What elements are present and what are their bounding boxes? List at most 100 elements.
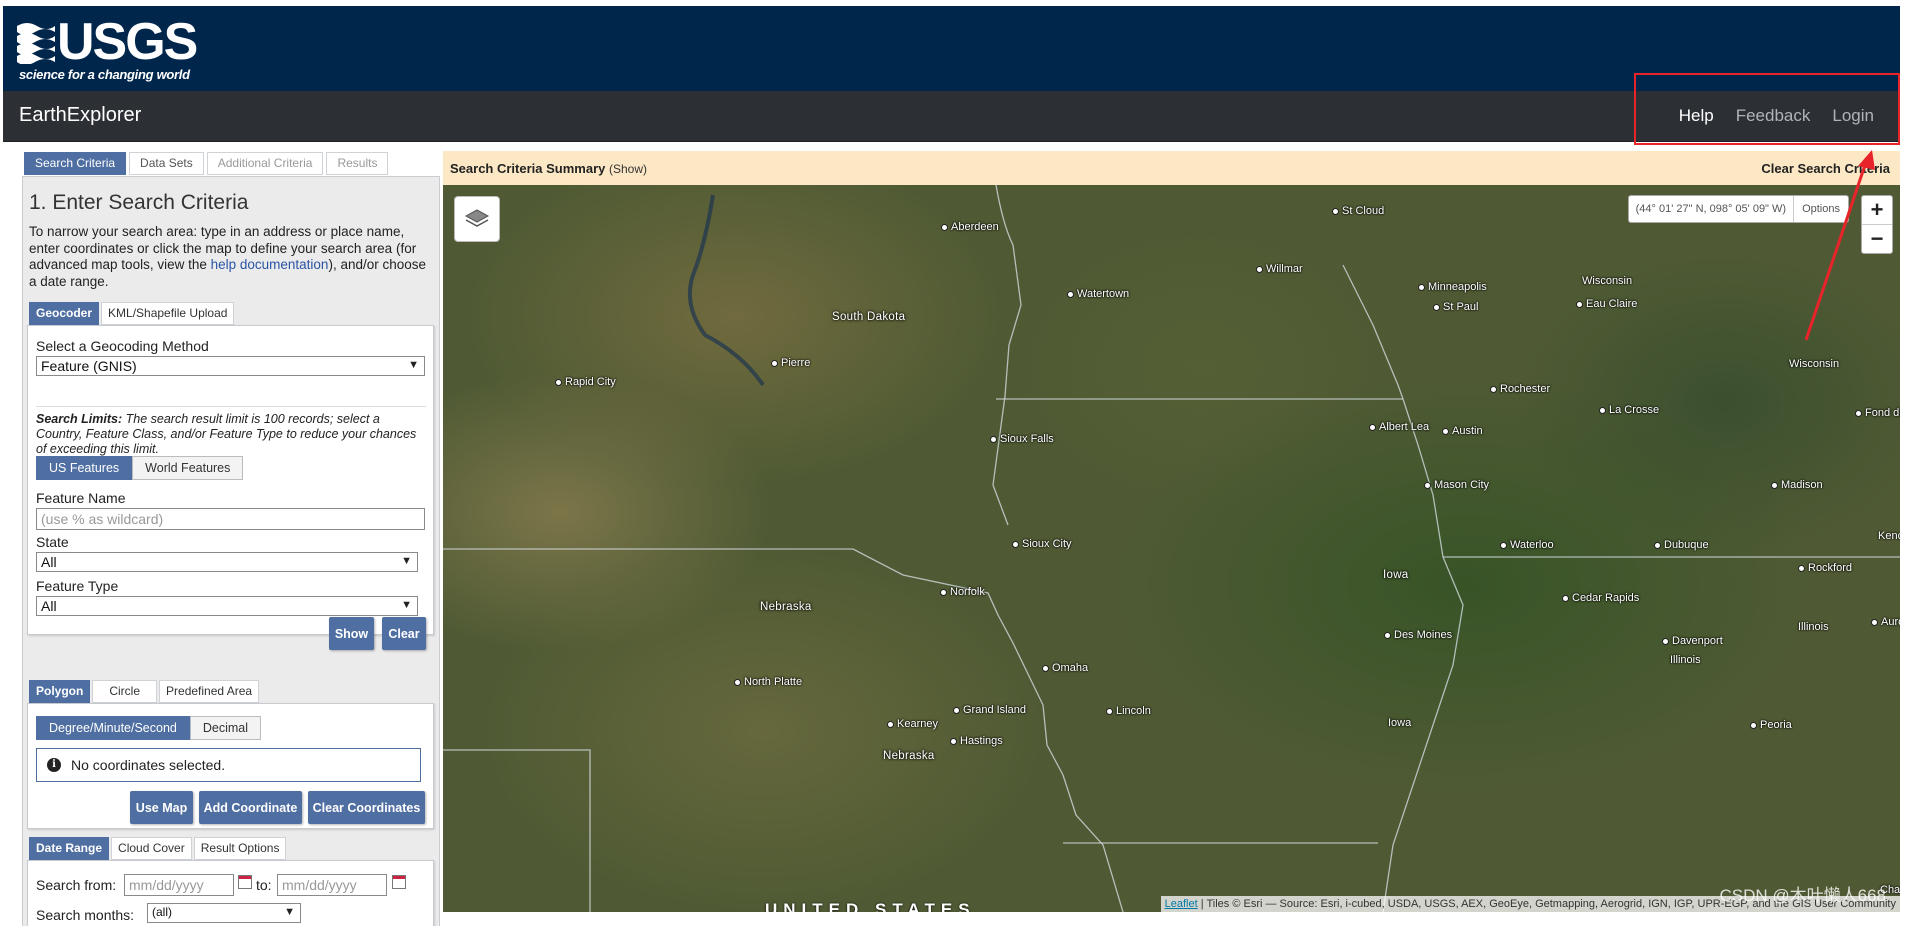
city-label: Kearney bbox=[887, 718, 938, 730]
search-criteria-panel: 1. Enter Search Criteria To narrow your … bbox=[22, 176, 440, 926]
search-from-label: Search from: bbox=[36, 877, 117, 893]
us-features-button[interactable]: US Features bbox=[36, 456, 133, 480]
state-select[interactable]: All ▼ bbox=[36, 552, 418, 572]
cursor-coordinates: (44° 01' 27" N, 098° 05' 09" W) bbox=[1629, 196, 1795, 222]
city-label: Eau Claire bbox=[1576, 298, 1637, 310]
city-label: Rockford bbox=[1798, 562, 1852, 574]
main-tabs: Search Criteria Data Sets Additional Cri… bbox=[24, 152, 391, 175]
calendar-icon[interactable] bbox=[238, 875, 252, 889]
tab-geocoder[interactable]: Geocoder bbox=[29, 302, 100, 325]
city-label: Albert Lea bbox=[1369, 421, 1429, 433]
search-months-select[interactable]: (all) ▼ bbox=[147, 903, 301, 923]
chevron-down-icon: ▼ bbox=[401, 599, 412, 611]
geocoding-method-label: Select a Geocoding Method bbox=[36, 338, 209, 354]
city-label: Peoria bbox=[1750, 719, 1792, 731]
geocoder-box: Select a Geocoding Method Feature (GNIS)… bbox=[27, 325, 434, 650]
decimal-format-button[interactable]: Decimal bbox=[189, 716, 262, 740]
city-label: St Cloud bbox=[1332, 205, 1384, 217]
show-button[interactable]: Show bbox=[329, 617, 374, 650]
clear-search-criteria-link[interactable]: Clear Search Criteria bbox=[1761, 161, 1890, 176]
clear-button[interactable]: Clear bbox=[382, 617, 426, 650]
no-coordinates-text: No coordinates selected. bbox=[71, 757, 226, 773]
layers-button[interactable] bbox=[454, 196, 500, 242]
city-label: Grand Island bbox=[953, 704, 1026, 716]
intro-text: To narrow your search area: type in an a… bbox=[29, 224, 429, 290]
city-label: St Paul bbox=[1433, 301, 1478, 313]
city-label: Mason City bbox=[1424, 479, 1489, 491]
city-label: Keno bbox=[1878, 530, 1900, 542]
usgs-tagline: science for a changing world bbox=[19, 67, 190, 82]
city-label: Sioux City bbox=[1012, 538, 1072, 550]
tab-predefined-area[interactable]: Predefined Area bbox=[159, 680, 260, 703]
watermark: CSDN @木叶懒人668 bbox=[1719, 886, 1886, 905]
tab-cloud-cover[interactable]: Cloud Cover bbox=[111, 837, 192, 860]
feature-type-label: Feature Type bbox=[36, 578, 119, 594]
tab-results[interactable]: Results bbox=[326, 152, 389, 175]
city-label: Cedar Rapids bbox=[1562, 592, 1639, 604]
app-header: EarthExplorer Help Feedback Login bbox=[3, 91, 1900, 142]
state-value: All bbox=[41, 554, 57, 570]
info-icon: i bbox=[47, 758, 61, 772]
city-label: Minneapolis bbox=[1418, 281, 1487, 293]
tab-data-sets[interactable]: Data Sets bbox=[129, 152, 204, 175]
country-label: UNITED STATES bbox=[765, 900, 976, 912]
map-canvas[interactable]: (44° 01' 27" N, 098° 05' 09" W) Options … bbox=[443, 185, 1900, 912]
usgs-logo[interactable]: USGS science for a changing world bbox=[17, 14, 198, 82]
city-label: Willmar bbox=[1256, 263, 1303, 275]
city-label: Hastings bbox=[950, 735, 1003, 747]
date-box: Search from: mm/dd/yyyy to: mm/dd/yyyy S… bbox=[27, 860, 434, 926]
layers-icon bbox=[464, 209, 490, 227]
usgs-wave-icon bbox=[17, 23, 55, 64]
search-limits-note: Search Limits: The search result limit i… bbox=[36, 406, 426, 457]
date-tabs: Date Range Cloud Cover Result Options bbox=[29, 837, 288, 860]
leaflet-link[interactable]: Leaflet bbox=[1165, 898, 1198, 910]
criteria-summary-title: Search Criteria Summary (Show) bbox=[450, 161, 647, 176]
tab-result-options[interactable]: Result Options bbox=[193, 837, 287, 860]
show-criteria-link[interactable]: (Show) bbox=[609, 162, 647, 176]
use-map-button[interactable]: Use Map bbox=[130, 791, 193, 824]
tab-search-criteria[interactable]: Search Criteria bbox=[24, 152, 127, 175]
dms-format-button[interactable]: Degree/Minute/Second bbox=[36, 716, 190, 740]
region-label: South Dakota bbox=[832, 311, 906, 323]
map-options-button[interactable]: Options bbox=[1794, 196, 1848, 222]
city-label: Davenport bbox=[1662, 635, 1723, 647]
world-features-button[interactable]: World Features bbox=[132, 456, 244, 480]
clear-coordinates-button[interactable]: Clear Coordinates bbox=[308, 791, 425, 824]
tab-circle[interactable]: Circle bbox=[92, 680, 158, 703]
coordinate-readout: (44° 01' 27" N, 098° 05' 09" W) Options bbox=[1627, 195, 1849, 223]
region-label: Nebraska bbox=[883, 750, 935, 762]
feature-name-input[interactable]: (use % as wildcard) bbox=[36, 508, 425, 530]
zoom-in-button[interactable]: + bbox=[1862, 196, 1892, 225]
date-from-input[interactable]: mm/dd/yyyy bbox=[124, 874, 234, 896]
city-label: Sioux Falls bbox=[990, 433, 1054, 445]
chevron-down-icon: ▼ bbox=[401, 555, 412, 567]
zoom-out-button[interactable]: − bbox=[1862, 225, 1892, 253]
city-label: Illinois bbox=[1670, 654, 1701, 666]
feature-type-select[interactable]: All ▼ bbox=[36, 596, 418, 616]
geocoder-tabs: Geocoder KML/Shapefile Upload bbox=[29, 302, 236, 325]
geocoding-method-select[interactable]: Feature (GNIS) ▼ bbox=[36, 356, 425, 376]
tab-kml-upload[interactable]: KML/Shapefile Upload bbox=[101, 302, 235, 325]
area-tabs: Polygon Circle Predefined Area bbox=[29, 680, 261, 703]
search-months-label: Search months: bbox=[36, 907, 135, 923]
usgs-wordmark: USGS bbox=[57, 13, 198, 71]
tab-additional-criteria[interactable]: Additional Criteria bbox=[206, 152, 324, 175]
no-coordinates-message: i No coordinates selected. bbox=[36, 748, 421, 782]
add-coordinate-button[interactable]: Add Coordinate bbox=[199, 791, 302, 824]
city-label: Rochester bbox=[1490, 383, 1550, 395]
city-label: Aberdeen bbox=[941, 221, 999, 233]
date-to-input[interactable]: mm/dd/yyyy bbox=[277, 874, 387, 896]
region-label: Nebraska bbox=[760, 601, 812, 613]
tab-polygon[interactable]: Polygon bbox=[29, 680, 91, 703]
coordinate-format-toggle: Degree/Minute/Second Decimal bbox=[36, 716, 262, 740]
left-panel: Search Criteria Data Sets Additional Cri… bbox=[22, 146, 440, 926]
city-label: Austin bbox=[1442, 425, 1483, 437]
city-label: Pierre bbox=[771, 357, 810, 369]
city-label: Wisconsin bbox=[1582, 275, 1633, 287]
app-title[interactable]: EarthExplorer bbox=[19, 104, 141, 127]
city-label: Omaha bbox=[1042, 662, 1088, 674]
help-documentation-link[interactable]: help documentation bbox=[211, 257, 329, 272]
zoom-control: + − bbox=[1861, 195, 1893, 254]
calendar-icon[interactable] bbox=[392, 875, 406, 889]
tab-date-range[interactable]: Date Range bbox=[29, 837, 110, 860]
